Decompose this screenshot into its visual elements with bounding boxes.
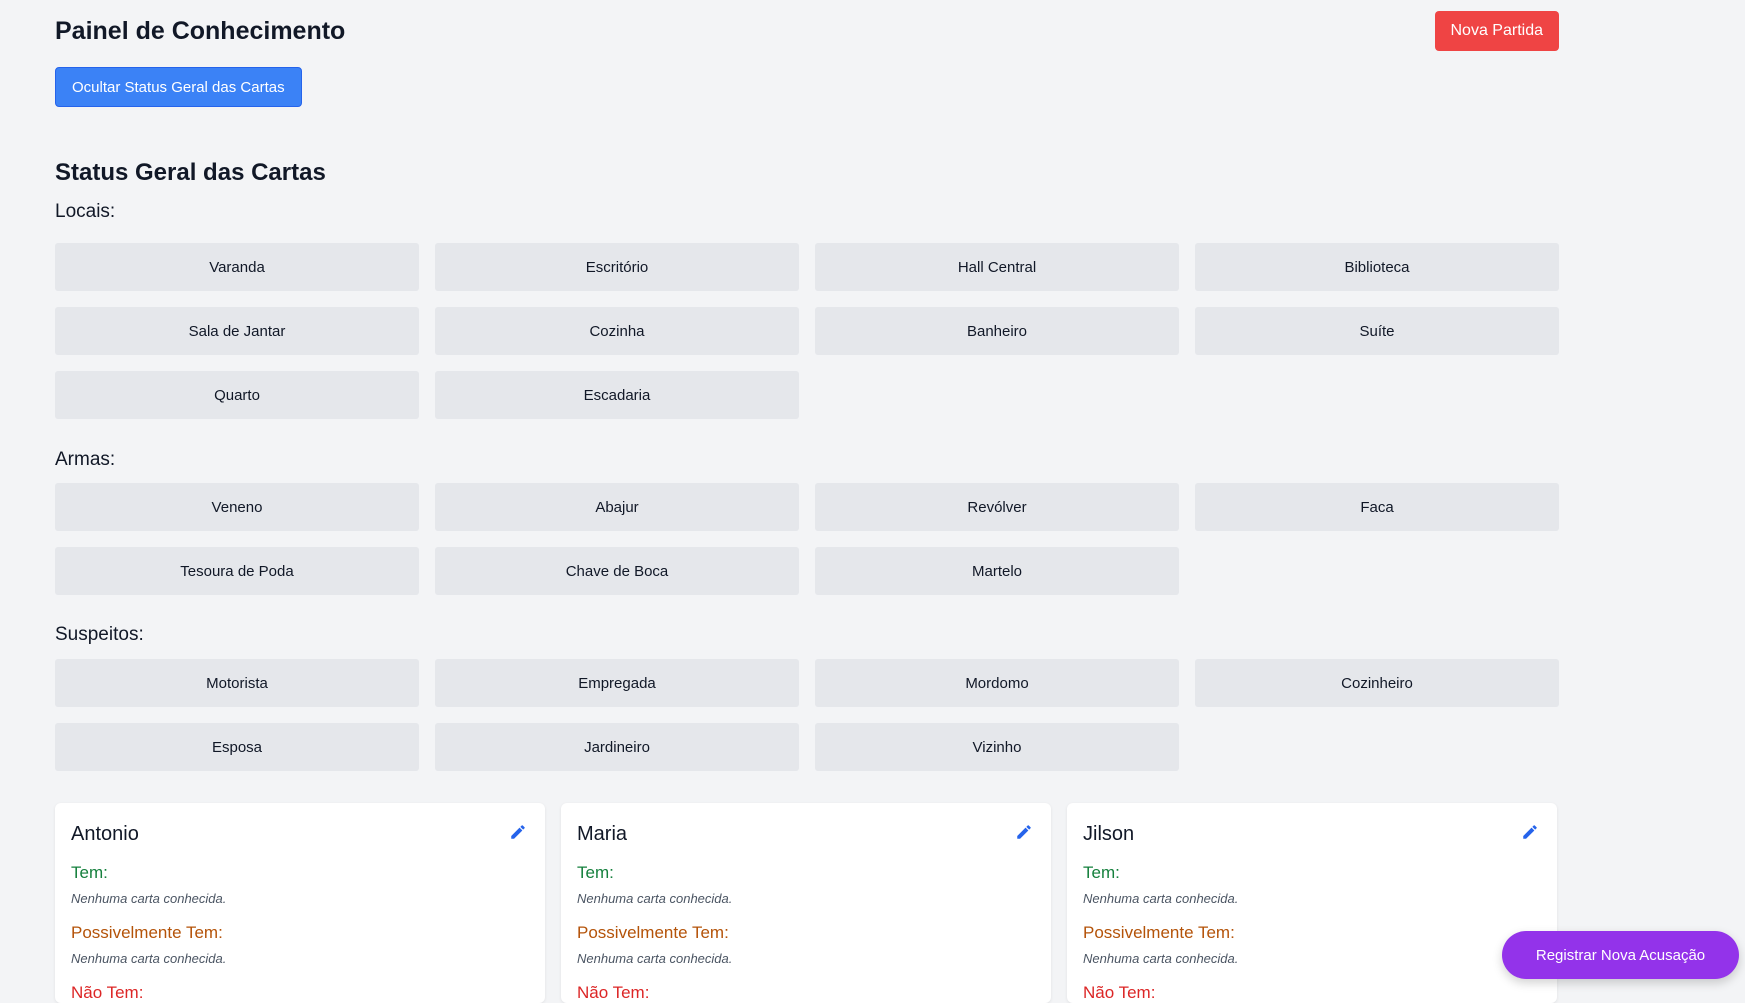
pencil-icon[interactable] [1521,823,1539,841]
card-chip-local[interactable]: Sala de Jantar [55,307,419,355]
possivelmente-empty-text: Nenhuma carta conhecida. [71,951,227,966]
card-chip-arma[interactable]: Martelo [815,547,1179,595]
armas-label: Armas: [55,449,116,470]
player-card-maria: Maria Tem: Nenhuma carta conhecida. Poss… [561,803,1051,1003]
card-chip-arma[interactable]: Tesoura de Poda [55,547,419,595]
new-game-button[interactable]: Nova Partida [1434,11,1559,51]
card-chip-local[interactable]: Hall Central [815,243,1179,291]
player-card-jilson: Jilson Tem: Nenhuma carta conhecida. Pos… [1067,803,1557,1003]
player-name: Jilson [1083,823,1135,845]
nao-tem-label: Não Tem: [577,983,650,1002]
player-name: Antonio [71,823,139,845]
tem-empty-text: Nenhuma carta conhecida. [71,891,227,906]
card-chip-suspeito[interactable]: Vizinho [815,723,1179,771]
card-chip-suspeito[interactable]: Jardineiro [435,723,799,771]
locais-label: Locais: [55,201,116,222]
card-chip-suspeito[interactable]: Motorista [55,659,419,707]
possivelmente-label: Possivelmente Tem: [1083,923,1235,942]
suspeitos-grid: Motorista Empregada Mordomo Cozinheiro E… [55,659,1559,771]
armas-grid: Veneno Abajur Revólver Faca Tesoura de P… [55,483,1559,595]
suspeitos-label: Suspeitos: [55,624,144,645]
pencil-icon[interactable] [1015,823,1033,841]
player-card-antonio: Antonio Tem: Nenhuma carta conhecida. Po… [55,803,545,1003]
status-section-title: Status Geral das Cartas [55,159,326,186]
possivelmente-label: Possivelmente Tem: [577,923,729,942]
header: Painel de Conhecimento Nova Partida [55,0,1559,70]
card-chip-local[interactable]: Escadaria [435,371,799,419]
possivelmente-empty-text: Nenhuma carta conhecida. [1083,951,1239,966]
tem-empty-text: Nenhuma carta conhecida. [1083,891,1239,906]
card-chip-local[interactable]: Banheiro [815,307,1179,355]
nao-tem-label: Não Tem: [1083,983,1156,1002]
player-name: Maria [577,823,628,845]
tem-label: Tem: [71,863,108,882]
card-chip-arma[interactable]: Abajur [435,483,799,531]
card-chip-suspeito[interactable]: Cozinheiro [1195,659,1559,707]
register-accusation-button[interactable]: Registrar Nova Acusação [1502,931,1739,979]
card-chip-local[interactable]: Suíte [1195,307,1559,355]
card-chip-local[interactable]: Cozinha [435,307,799,355]
toggle-status-button[interactable]: Ocultar Status Geral das Cartas [55,67,302,107]
card-chip-suspeito[interactable]: Esposa [55,723,419,771]
card-chip-local[interactable]: Biblioteca [1195,243,1559,291]
player-cards: Antonio Tem: Nenhuma carta conhecida. Po… [55,803,1559,1003]
card-chip-arma[interactable]: Revólver [815,483,1179,531]
possivelmente-empty-text: Nenhuma carta conhecida. [577,951,733,966]
tem-empty-text: Nenhuma carta conhecida. [577,891,733,906]
card-chip-local[interactable]: Varanda [55,243,419,291]
tem-label: Tem: [1083,863,1120,882]
locais-grid: Varanda Escritório Hall Central Bibliote… [55,243,1559,419]
card-chip-suspeito[interactable]: Mordomo [815,659,1179,707]
tem-label: Tem: [577,863,614,882]
card-chip-local[interactable]: Escritório [435,243,799,291]
possivelmente-label: Possivelmente Tem: [71,923,223,942]
page-container: Painel de Conhecimento Nova Partida Ocul… [55,0,1559,1003]
card-chip-arma[interactable]: Chave de Boca [435,547,799,595]
card-chip-local[interactable]: Quarto [55,371,419,419]
card-chip-suspeito[interactable]: Empregada [435,659,799,707]
nao-tem-label: Não Tem: [71,983,144,1002]
page-title: Painel de Conhecimento [55,17,346,45]
card-chip-arma[interactable]: Veneno [55,483,419,531]
pencil-icon[interactable] [509,823,527,841]
card-chip-arma[interactable]: Faca [1195,483,1559,531]
